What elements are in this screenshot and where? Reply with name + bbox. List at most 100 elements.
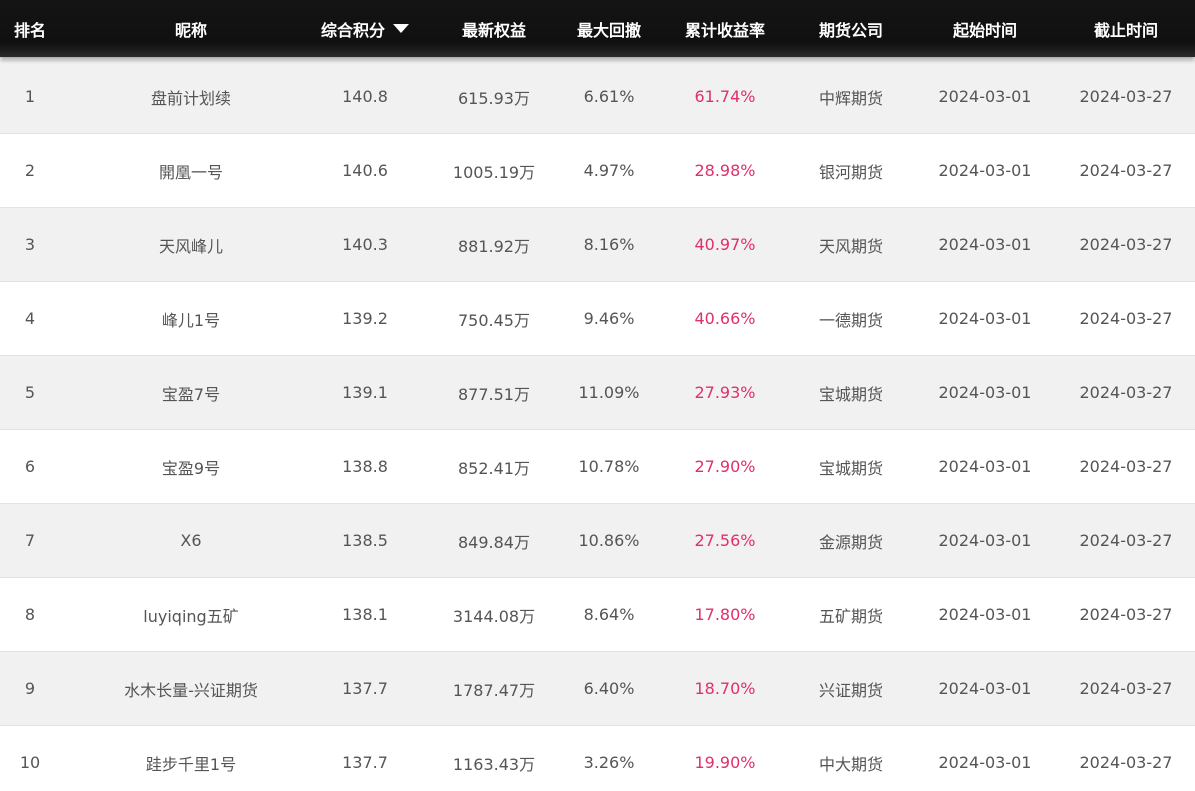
end-time-cell: 2024-03-27 bbox=[1079, 605, 1173, 624]
nickname-cell[interactable]: X6 bbox=[80, 504, 302, 577]
end-time-cell: 2024-03-27 bbox=[1079, 309, 1173, 328]
rank-cell: 9 bbox=[24, 679, 36, 698]
equity-cell: 3144.08万 bbox=[452, 606, 536, 626]
end-time-cell: 2024-03-27 bbox=[1079, 161, 1173, 180]
start-time-cell: 2024-03-01 bbox=[938, 457, 1032, 476]
rank-cell: 6 bbox=[24, 457, 36, 476]
cum-return-cell: 27.90% bbox=[694, 457, 756, 476]
header-nickname[interactable]: 昵称 bbox=[80, 0, 302, 57]
cum-return-cell: 17.80% bbox=[694, 605, 756, 624]
equity-cell: 849.84万 bbox=[458, 532, 530, 552]
max-drawdown-cell: 6.61% bbox=[583, 87, 635, 106]
start-time-cell: 2024-03-01 bbox=[938, 531, 1032, 550]
max-drawdown-cell: 6.40% bbox=[583, 679, 635, 698]
nickname-cell[interactable]: 峰儿1号 bbox=[80, 282, 302, 355]
rank-cell: 10 bbox=[19, 753, 41, 772]
company-cell: 兴证期货 bbox=[818, 680, 883, 700]
equity-cell: 1787.47万 bbox=[452, 680, 536, 700]
company-cell: 宝城期货 bbox=[818, 458, 883, 478]
cum-return-cell: 40.66% bbox=[694, 309, 756, 328]
table-row[interactable]: 4 峰儿1号 139.2 750.45万 9.46% 40.66% 一德期货 2… bbox=[0, 282, 1195, 356]
rank-cell: 1 bbox=[24, 87, 36, 106]
table-row[interactable]: 3 天风峰儿 140.3 881.92万 8.16% 40.97% 天风期货 2… bbox=[0, 208, 1195, 282]
cum-return-cell: 28.98% bbox=[694, 161, 756, 180]
end-time-cell: 2024-03-27 bbox=[1079, 679, 1173, 698]
end-time-cell: 2024-03-27 bbox=[1079, 531, 1173, 550]
table-header: 排名 昵称 综合积分 最新权益 最大回撤 累计收益率 期货公司 起始时间 截止时… bbox=[0, 0, 1195, 57]
header-equity[interactable]: 最新权益 bbox=[430, 0, 558, 57]
rank-cell: 4 bbox=[24, 309, 36, 328]
nickname-cell[interactable]: 跬步千里1号 bbox=[80, 726, 302, 791]
max-drawdown-cell: 9.46% bbox=[583, 309, 635, 328]
score-cell: 139.1 bbox=[342, 383, 388, 402]
score-cell: 140.8 bbox=[342, 87, 388, 106]
equity-cell: 1005.19万 bbox=[452, 162, 536, 182]
company-cell: 银河期货 bbox=[818, 162, 883, 182]
nickname-cell[interactable]: 宝盈9号 bbox=[80, 430, 302, 503]
company-cell: 五矿期货 bbox=[818, 606, 883, 626]
header-score[interactable]: 综合积分 bbox=[305, 0, 425, 57]
start-time-cell: 2024-03-01 bbox=[938, 605, 1032, 624]
company-cell: 中辉期货 bbox=[818, 88, 883, 108]
equity-cell: 881.92万 bbox=[458, 236, 530, 256]
end-time-cell: 2024-03-27 bbox=[1079, 383, 1173, 402]
start-time-cell: 2024-03-01 bbox=[938, 383, 1032, 402]
nickname-cell[interactable]: 水木长量-兴证期货 bbox=[80, 652, 302, 725]
score-cell: 140.3 bbox=[342, 235, 388, 254]
table-row[interactable]: 7 X6 138.5 849.84万 10.86% 27.56% 金源期货 20… bbox=[0, 504, 1195, 578]
rank-cell: 7 bbox=[24, 531, 36, 550]
cum-return-cell: 18.70% bbox=[694, 679, 756, 698]
cum-return-cell: 40.97% bbox=[694, 235, 756, 254]
score-cell: 137.7 bbox=[342, 753, 388, 772]
rank-cell: 5 bbox=[24, 383, 36, 402]
nickname-cell[interactable]: luyiqing五矿 bbox=[80, 578, 302, 651]
cum-return-cell: 61.74% bbox=[694, 87, 756, 106]
table-row[interactable]: 6 宝盈9号 138.8 852.41万 10.78% 27.90% 宝城期货 … bbox=[0, 430, 1195, 504]
header-cum-return[interactable]: 累计收益率 bbox=[665, 0, 785, 57]
header-company[interactable]: 期货公司 bbox=[790, 0, 912, 57]
score-cell: 138.1 bbox=[342, 605, 388, 624]
table-body: 1 盘前计划续 140.8 615.93万 6.61% 61.74% 中辉期货 … bbox=[0, 60, 1195, 791]
score-cell: 137.7 bbox=[342, 679, 388, 698]
max-drawdown-cell: 8.16% bbox=[583, 235, 635, 254]
max-drawdown-cell: 10.78% bbox=[578, 457, 640, 476]
nickname-cell[interactable]: 盘前计划续 bbox=[80, 60, 302, 133]
table-row[interactable]: 8 luyiqing五矿 138.1 3144.08万 8.64% 17.80%… bbox=[0, 578, 1195, 652]
table-row[interactable]: 1 盘前计划续 140.8 615.93万 6.61% 61.74% 中辉期货 … bbox=[0, 60, 1195, 134]
header-max-drawdown[interactable]: 最大回撤 bbox=[558, 0, 660, 57]
nickname-cell[interactable]: 天风峰儿 bbox=[80, 208, 302, 281]
company-cell: 宝城期货 bbox=[818, 384, 883, 404]
company-cell: 天风期货 bbox=[818, 236, 883, 256]
start-time-cell: 2024-03-01 bbox=[938, 679, 1032, 698]
table-row[interactable]: 2 開凰一号 140.6 1005.19万 4.97% 28.98% 银河期货 … bbox=[0, 134, 1195, 208]
nickname-cell[interactable]: 開凰一号 bbox=[80, 134, 302, 207]
end-time-cell: 2024-03-27 bbox=[1079, 87, 1173, 106]
end-time-cell: 2024-03-27 bbox=[1079, 457, 1173, 476]
table-row[interactable]: 5 宝盈7号 139.1 877.51万 11.09% 27.93% 宝城期货 … bbox=[0, 356, 1195, 430]
start-time-cell: 2024-03-01 bbox=[938, 235, 1032, 254]
score-cell: 139.2 bbox=[342, 309, 388, 328]
end-time-cell: 2024-03-27 bbox=[1079, 753, 1173, 772]
equity-cell: 750.45万 bbox=[458, 310, 530, 330]
score-cell: 138.5 bbox=[342, 531, 388, 550]
score-cell: 138.8 bbox=[342, 457, 388, 476]
end-time-cell: 2024-03-27 bbox=[1079, 235, 1173, 254]
start-time-cell: 2024-03-01 bbox=[938, 161, 1032, 180]
header-end-time[interactable]: 截止时间 bbox=[1057, 0, 1195, 57]
ranking-table: 排名 昵称 综合积分 最新权益 最大回撤 累计收益率 期货公司 起始时间 截止时… bbox=[0, 0, 1195, 791]
table-row[interactable]: 10 跬步千里1号 137.7 1163.43万 3.26% 19.90% 中大… bbox=[0, 726, 1195, 791]
score-cell: 140.6 bbox=[342, 161, 388, 180]
max-drawdown-cell: 4.97% bbox=[583, 161, 635, 180]
header-start-time[interactable]: 起始时间 bbox=[915, 0, 1055, 57]
company-cell: 金源期货 bbox=[818, 532, 883, 552]
start-time-cell: 2024-03-01 bbox=[938, 309, 1032, 328]
max-drawdown-cell: 8.64% bbox=[583, 605, 635, 624]
start-time-cell: 2024-03-01 bbox=[938, 87, 1032, 106]
caret-down-icon[interactable] bbox=[393, 24, 409, 33]
table-row[interactable]: 9 水木长量-兴证期货 137.7 1787.47万 6.40% 18.70% … bbox=[0, 652, 1195, 726]
max-drawdown-cell: 10.86% bbox=[578, 531, 640, 550]
nickname-cell[interactable]: 宝盈7号 bbox=[80, 356, 302, 429]
company-cell: 一德期货 bbox=[818, 310, 883, 330]
header-rank[interactable]: 排名 bbox=[0, 0, 60, 57]
cum-return-cell: 27.56% bbox=[694, 531, 756, 550]
